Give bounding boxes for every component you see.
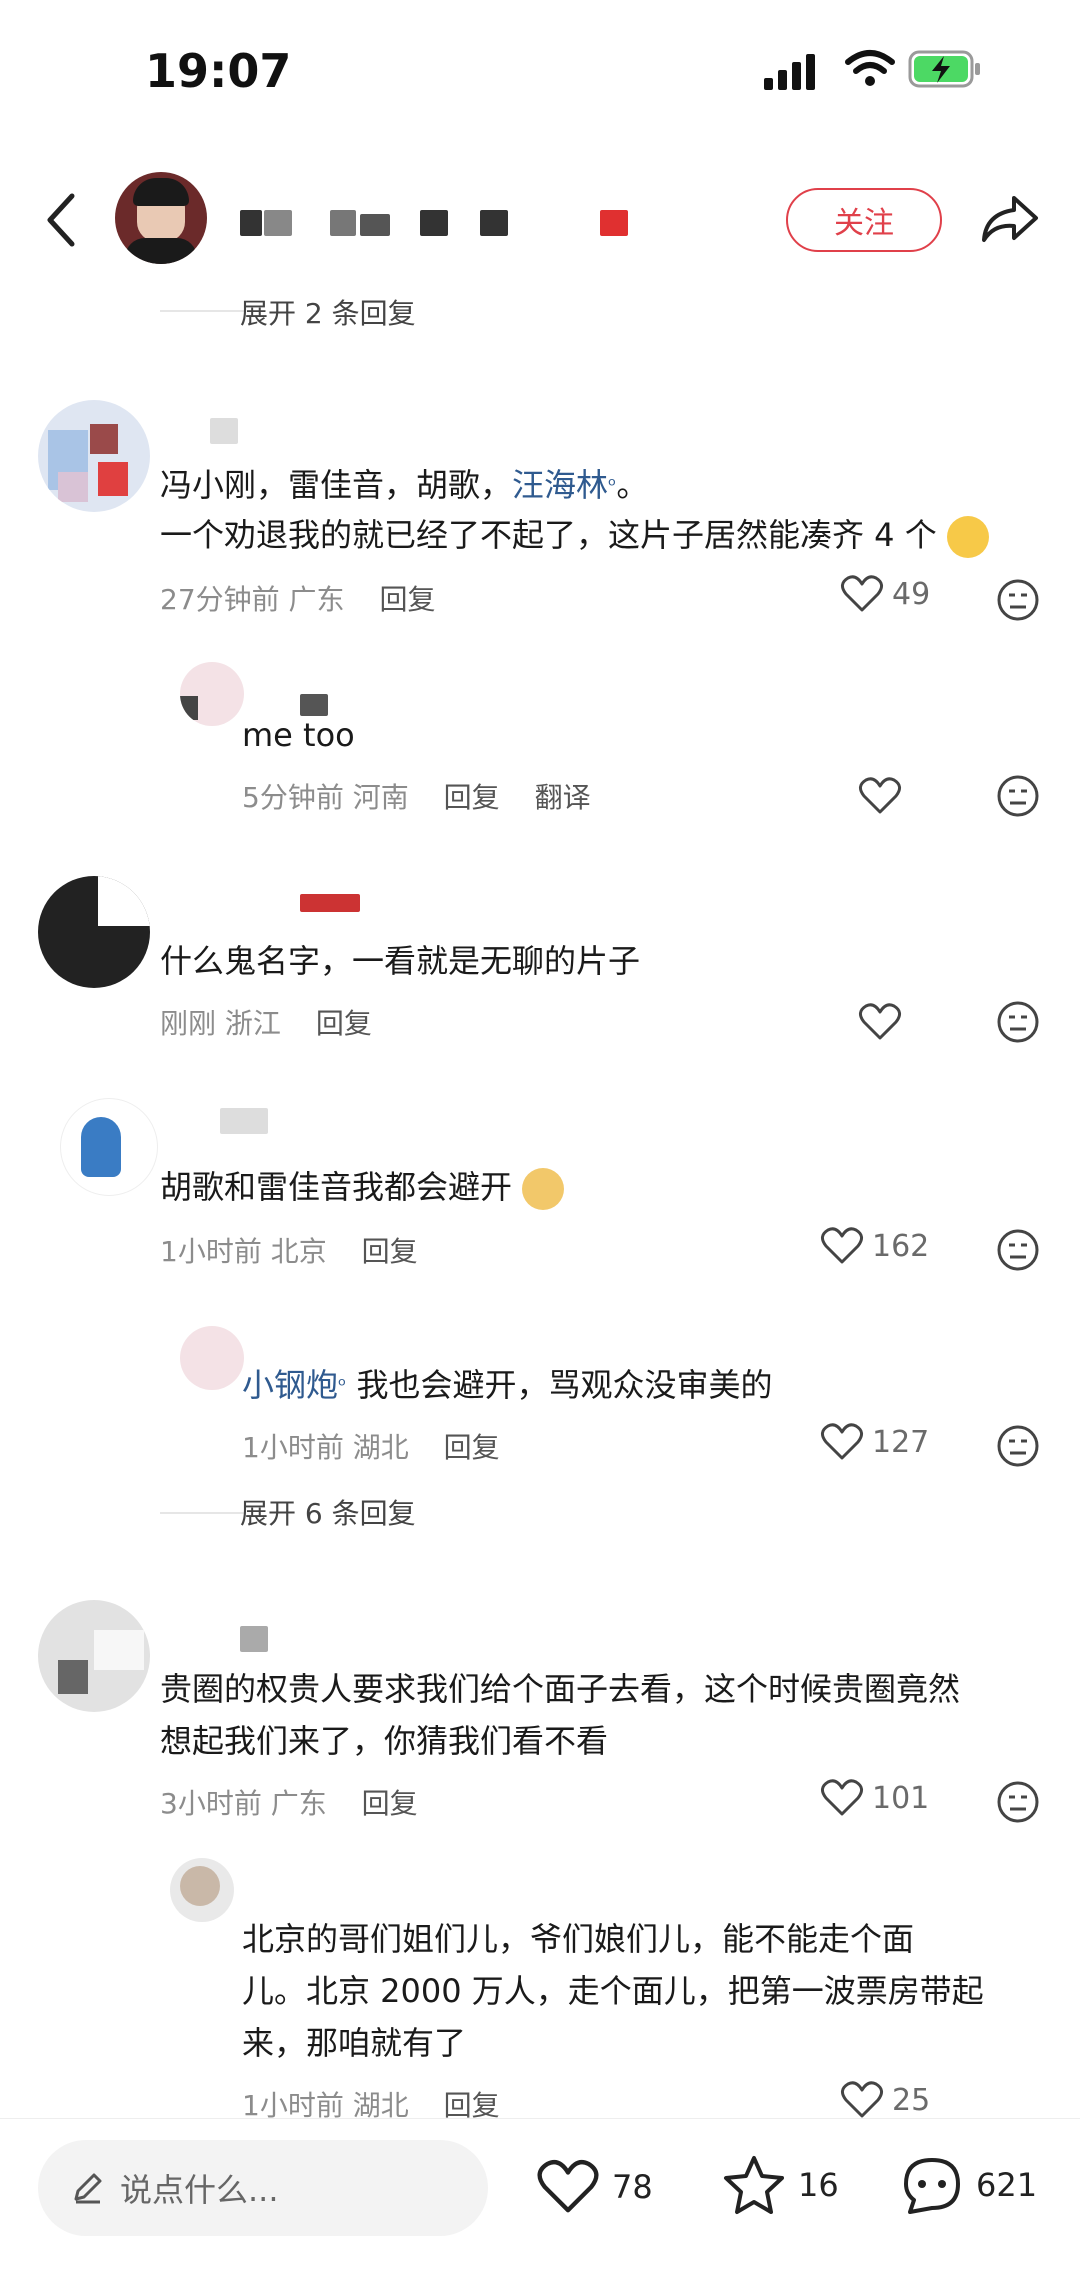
reply-text: 小钢炮ᵒ 我也会避开，骂观众没审美的 xyxy=(242,1366,773,1404)
heart-icon[interactable] xyxy=(858,776,902,816)
expand-replies-button[interactable]: 展开 2 条回复 xyxy=(240,292,416,332)
mention-link[interactable]: 汪海林 xyxy=(512,466,608,504)
divider xyxy=(160,310,244,312)
commenter-name-redacted xyxy=(300,894,360,912)
wifi-icon xyxy=(845,50,895,86)
face-emoji-icon xyxy=(522,1168,565,1210)
dislike-icon[interactable] xyxy=(996,1424,1040,1468)
reply-avatar[interactable] xyxy=(180,662,244,726)
dislike-icon[interactable] xyxy=(996,1000,1040,1044)
reply-text: 北京的哥们姐们儿，爷们娘们儿，能不能走个面 xyxy=(242,1920,915,1958)
heart-icon xyxy=(821,1423,863,1460)
reply-meta: 5分钟前 河南 回复 翻译 xyxy=(242,781,591,814)
like-button[interactable]: 25 xyxy=(840,2080,930,2120)
heart-icon[interactable] xyxy=(858,1002,902,1042)
reply-text-line2: 儿。北京 2000 万人，走个面儿，把第一波票房带起 xyxy=(242,1972,984,2010)
battery-charging-icon xyxy=(908,50,980,88)
like-post-button[interactable]: 78 xyxy=(536,2158,653,2216)
star-icon xyxy=(724,2156,784,2214)
like-button[interactable]: 162 xyxy=(820,1226,929,1266)
reply-avatar[interactable] xyxy=(180,1326,244,1390)
commenter-avatar[interactable] xyxy=(38,400,150,512)
reply-button[interactable]: 回复 xyxy=(316,1007,372,1040)
translate-button[interactable]: 翻译 xyxy=(535,781,591,814)
search-icon: ᵒ xyxy=(338,1373,347,1397)
signal-icon xyxy=(764,52,820,90)
dislike-icon[interactable] xyxy=(996,578,1040,622)
dislike-icon[interactable] xyxy=(996,774,1040,818)
comment-input-placeholder: 说点什么... xyxy=(120,2171,279,2209)
comment-text-line2: 想起我们来了，你猜我们看不看 xyxy=(160,1722,609,1760)
expand-replies-button[interactable]: 展开 6 条回复 xyxy=(240,1492,416,1532)
divider xyxy=(160,1512,244,1514)
dislike-icon[interactable] xyxy=(996,1228,1040,1272)
dislike-icon[interactable] xyxy=(996,1780,1040,1824)
commenter-avatar[interactable] xyxy=(38,1600,150,1712)
comment-meta: 3小时前 广东 回复 xyxy=(160,1787,418,1820)
author-name-redacted xyxy=(240,210,640,240)
comment-meta: 1小时前 北京 回复 xyxy=(160,1235,418,1268)
commenter-name-redacted xyxy=(210,418,238,444)
comment-text: 胡歌和雷佳音我都会避开 xyxy=(160,1164,565,1210)
reply-text: me too xyxy=(242,716,355,754)
comment-bubble-icon xyxy=(904,2158,960,2214)
like-button[interactable]: 101 xyxy=(820,1778,929,1818)
share-icon[interactable] xyxy=(978,192,1040,246)
comment-text: 冯小刚，雷佳音，胡歌，汪海林ᵒ。 xyxy=(160,466,649,504)
crying-emoji-icon xyxy=(946,516,989,558)
heart-icon xyxy=(841,575,883,612)
follow-button[interactable]: 关注 xyxy=(786,188,942,252)
reply-meta: 1小时前 湖北 回复 xyxy=(242,1431,500,1464)
comment-meta: 刚刚 浙江 回复 xyxy=(160,1007,372,1040)
reply-text-line3: 来，那咱就有了 xyxy=(242,2024,467,2062)
favorite-button[interactable]: 16 xyxy=(722,2154,839,2216)
author-avatar[interactable] xyxy=(115,172,207,264)
heart-icon xyxy=(821,1779,863,1816)
comment-text-line2: 一个劝退我的就已经了不起了，这片子居然能凑齐 4 个 xyxy=(160,512,989,558)
heart-icon xyxy=(537,2159,599,2213)
reply-button[interactable]: 回复 xyxy=(362,1787,418,1820)
commenter-name-redacted xyxy=(220,1108,268,1134)
reply-to-user[interactable]: 小钢炮 xyxy=(242,1366,338,1404)
reply-avatar[interactable] xyxy=(170,1858,234,1922)
comments-button[interactable]: 621 xyxy=(900,2154,1037,2216)
status-time: 19:07 xyxy=(145,44,292,98)
comment-meta: 27分钟前 广东 回复 xyxy=(160,583,436,616)
heart-icon xyxy=(841,2081,883,2118)
reply-button[interactable]: 回复 xyxy=(444,781,500,814)
reply-button[interactable]: 回复 xyxy=(444,1431,500,1464)
reply-button[interactable]: 回复 xyxy=(362,1235,418,1268)
reply-button[interactable]: 回复 xyxy=(379,583,435,616)
commenter-name-redacted xyxy=(240,1626,268,1652)
comment-input[interactable]: 说点什么... xyxy=(38,2140,488,2236)
commenter-avatar[interactable] xyxy=(38,876,150,988)
comment-text: 贵圈的权贵人要求我们给个面子去看，这个时候贵圈竟然 xyxy=(160,1670,961,1708)
back-button[interactable] xyxy=(40,190,84,250)
like-button[interactable]: 127 xyxy=(820,1422,929,1462)
heart-icon xyxy=(821,1227,863,1264)
comment-text: 什么鬼名字，一看就是无聊的片子 xyxy=(160,942,641,980)
pencil-icon xyxy=(74,2173,102,2204)
commenter-avatar[interactable] xyxy=(60,1098,158,1196)
like-button[interactable]: 49 xyxy=(840,574,930,614)
